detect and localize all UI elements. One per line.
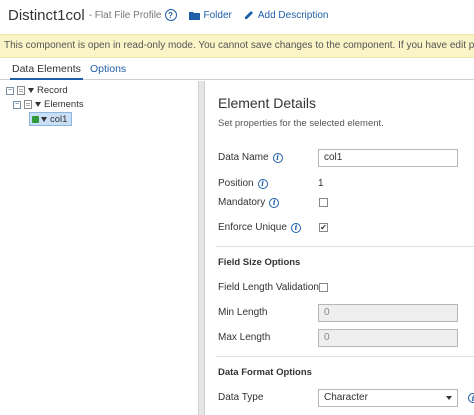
max-length-label: Max Length: [218, 332, 271, 343]
component-title: Distinct1col: [8, 6, 85, 24]
caret-down-icon: [28, 88, 34, 93]
min-length-label: Min Length: [218, 307, 268, 318]
info-circle-icon[interactable]: i: [290, 222, 301, 233]
component-type-subtitle: - Flat File Profile: [88, 9, 162, 21]
page-header: Distinct1col - Flat File Profile ? Folde…: [0, 0, 474, 30]
folder-link-label: Folder: [203, 9, 232, 21]
chevron-down-icon: [446, 396, 452, 400]
data-name-label-text: Data Name: [218, 152, 269, 163]
pencil-icon: [244, 11, 253, 19]
field-size-options-heading: Field Size Options: [218, 257, 301, 268]
field-length-validation-checkbox[interactable]: [319, 283, 328, 292]
tab-data-elements[interactable]: Data Elements: [10, 60, 83, 80]
position-value: 1: [318, 178, 324, 189]
info-circle-icon[interactable]: i: [257, 178, 268, 189]
caret-down-icon: [35, 102, 41, 107]
tab-bar: Data Elements Options: [0, 60, 474, 80]
tab-options[interactable]: Options: [88, 60, 128, 80]
max-length-input[interactable]: 0: [318, 329, 458, 347]
document-icon: [17, 86, 25, 95]
info-circle-icon[interactable]: i: [269, 197, 280, 208]
folder-link[interactable]: Folder: [188, 9, 232, 21]
data-type-select[interactable]: Character: [318, 389, 458, 407]
info-circle-icon[interactable]: i: [272, 152, 283, 163]
min-length-input[interactable]: 0: [318, 304, 458, 322]
tree-node-record-label: Record: [37, 85, 68, 96]
add-description-link[interactable]: Add Description: [244, 9, 329, 21]
data-name-label: Data Name i: [218, 152, 283, 163]
position-label: Position i: [218, 178, 268, 189]
element-leaf-icon: [32, 115, 39, 123]
section-divider: [216, 356, 474, 357]
tree-node-col1[interactable]: col1: [29, 112, 73, 126]
enforce-unique-label-text: Enforce Unique: [218, 222, 287, 233]
tree-node-elements[interactable]: − Elements: [13, 98, 84, 111]
data-type-selected-value: Character: [324, 392, 368, 403]
field-length-validation-label: Field Length Validation: [218, 282, 319, 293]
mandatory-label-text: Mandatory: [218, 197, 266, 208]
pane-splitter[interactable]: [198, 81, 205, 415]
add-description-label: Add Description: [257, 9, 329, 21]
element-details-subtitle: Set properties for the selected element.: [218, 118, 384, 129]
question-circle-icon[interactable]: ?: [164, 9, 177, 21]
folder-icon: [188, 11, 200, 20]
tree-node-elements-label: Elements: [44, 99, 84, 110]
section-divider: [216, 246, 474, 247]
data-type-label: Data Type: [218, 392, 264, 403]
element-details-title: Element Details: [218, 95, 317, 111]
minus-box-icon[interactable]: −: [6, 86, 14, 95]
minus-box-icon[interactable]: −: [13, 100, 21, 109]
tree-node-record[interactable]: − Record: [6, 84, 68, 97]
info-circle-icon[interactable]: i: [468, 393, 474, 403]
document-icon: [24, 100, 32, 109]
caret-down-icon: [41, 116, 47, 122]
tree-node-col1-label: col1: [50, 113, 68, 125]
mandatory-checkbox[interactable]: [319, 198, 328, 207]
read-only-banner: This component is open in read-only mode…: [0, 34, 474, 58]
mandatory-label: Mandatory i: [218, 197, 280, 208]
data-format-options-heading: Data Format Options: [218, 367, 312, 378]
data-name-input[interactable]: col1: [318, 149, 458, 167]
enforce-unique-label: Enforce Unique i: [218, 222, 301, 233]
enforce-unique-checkbox[interactable]: ✔: [319, 223, 328, 232]
element-tree-pane: − Record − Elements col1: [0, 81, 198, 415]
position-label-text: Position: [218, 178, 254, 189]
